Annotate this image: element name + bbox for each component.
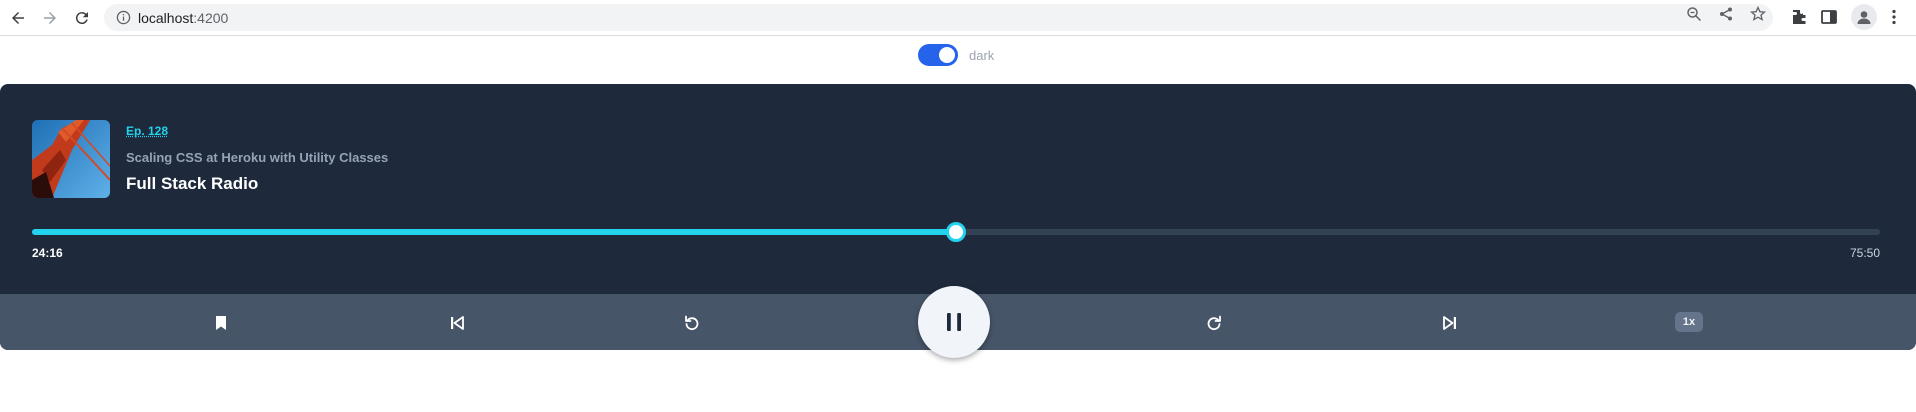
forward-icon[interactable]: [38, 6, 62, 30]
skip-previous-icon: [451, 316, 464, 330]
browser-toolbar: localhost:4200: [0, 0, 1916, 36]
playback-speed-button[interactable]: 1x: [1675, 312, 1703, 332]
fast-forward-button[interactable]: [1203, 312, 1225, 334]
url-text: localhost:4200: [138, 10, 229, 26]
pause-button[interactable]: [918, 286, 990, 358]
extensions-icon[interactable]: [1790, 8, 1808, 26]
bookmark-icon: [216, 316, 226, 330]
address-bar[interactable]: localhost:4200: [104, 4, 1773, 31]
episode-title: Scaling CSS at Heroku with Utility Class…: [126, 150, 389, 165]
pause-icon: [947, 313, 961, 331]
episode-number-link[interactable]: Ep. 128: [126, 124, 168, 138]
site-info-icon[interactable]: [116, 10, 131, 25]
dark-mode-toggle[interactable]: [918, 44, 958, 66]
more-menu-icon[interactable]: [1885, 8, 1903, 26]
audio-player: Ep. 128 Scaling CSS at Heroku with Utili…: [0, 84, 1916, 358]
toggle-knob: [939, 47, 955, 63]
side-panel-icon[interactable]: [1820, 8, 1838, 26]
rewind-icon: [685, 315, 699, 331]
reload-icon[interactable]: [70, 6, 94, 30]
show-title: Full Stack Radio: [126, 174, 259, 193]
theme-toggle-row: dark: [918, 43, 994, 67]
dark-mode-label: dark: [969, 47, 995, 63]
forward-icon-control: [1207, 315, 1221, 331]
profile-icon: [1857, 11, 1871, 24]
back-icon[interactable]: [6, 6, 30, 30]
zoom-icon[interactable]: [1686, 6, 1702, 22]
previous-button[interactable]: [446, 312, 468, 334]
next-button[interactable]: [1439, 312, 1461, 334]
share-icon[interactable]: [1718, 6, 1734, 22]
bookmark-button[interactable]: [210, 312, 232, 334]
skip-next-icon: [1443, 316, 1456, 330]
progress-thumb[interactable]: [946, 222, 966, 242]
progress-fill: [32, 229, 956, 235]
total-time: 75:50: [1849, 246, 1880, 260]
bookmark-star-icon[interactable]: [1750, 6, 1766, 22]
rewind-button[interactable]: [681, 312, 703, 334]
profile-avatar[interactable]: [1851, 4, 1877, 30]
current-time: 24:16: [32, 246, 63, 260]
episode-cover-image: [32, 120, 110, 198]
